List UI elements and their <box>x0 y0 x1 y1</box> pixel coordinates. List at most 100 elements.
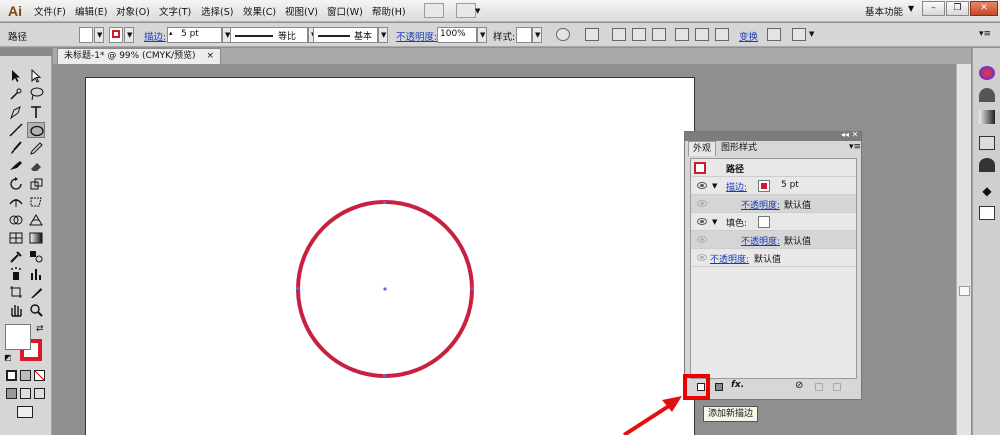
slice-tool-icon[interactable] <box>27 284 45 300</box>
appearance-header-row[interactable]: 路径 <box>691 159 856 177</box>
duplicate-item-icon[interactable] <box>815 383 823 391</box>
align-bottom-icon[interactable] <box>715 28 729 41</box>
object-opacity-row[interactable]: 不透明度: 默认值 <box>691 249 856 267</box>
brushes-icon[interactable] <box>979 136 995 150</box>
visibility-eye-icon[interactable] <box>697 182 707 189</box>
gradient-mode-icon[interactable] <box>20 370 31 381</box>
align-top-icon[interactable] <box>675 28 689 41</box>
align-middle-icon[interactable] <box>695 28 709 41</box>
hand-tool-icon[interactable] <box>7 302 25 318</box>
workspace-switcher[interactable]: 基本功能 <box>865 4 903 18</box>
panel-title-bar[interactable]: ◂◂ ✕ <box>685 130 861 141</box>
transform-link[interactable]: 变换 <box>739 29 758 43</box>
collapse-panel-icon[interactable]: ◂◂ ✕ <box>841 130 858 139</box>
fill-swatch[interactable] <box>79 27 93 43</box>
align-center-icon[interactable] <box>632 28 646 41</box>
magic-wand-tool-icon[interactable] <box>7 86 25 102</box>
object-opacity-label[interactable]: 不透明度: <box>710 252 749 265</box>
none-mode-icon[interactable] <box>34 370 45 381</box>
opacity-field[interactable]: 100% <box>437 27 477 43</box>
graphic-style-dropdown[interactable]: ▼ <box>532 27 542 43</box>
menu-type[interactable]: 文字(T) <box>159 4 191 18</box>
delete-item-icon[interactable] <box>833 383 841 391</box>
envelope-icon[interactable] <box>792 28 806 41</box>
graphic-style-swatch[interactable] <box>516 27 532 43</box>
artboard-tool-icon[interactable] <box>7 284 25 300</box>
stroke-row-value[interactable]: 5 pt <box>781 180 799 190</box>
screen-mode-icon[interactable] <box>17 406 33 418</box>
tab-graphic-styles[interactable]: 图形样式 <box>717 141 761 156</box>
stroke-opacity-row[interactable]: 不透明度: 默认值 <box>691 195 856 213</box>
vertical-scrollbar[interactable] <box>956 64 971 435</box>
visibility-eye-icon[interactable] <box>697 200 707 207</box>
opacity-label[interactable]: 不透明度: <box>396 29 437 43</box>
fill-opacity-row[interactable]: 不透明度: 默认值 <box>691 231 856 249</box>
stepper-icon[interactable]: ▴ <box>169 29 173 37</box>
arrange-caret-icon[interactable]: ▼ <box>475 7 480 15</box>
add-new-effect-icon[interactable]: fx. <box>731 380 744 390</box>
fill-color-box[interactable] <box>5 324 31 350</box>
width-tool-icon[interactable] <box>7 194 25 210</box>
visibility-eye-icon[interactable] <box>697 236 707 243</box>
menu-view[interactable]: 视图(V) <box>285 4 318 18</box>
eyedropper-tool-icon[interactable] <box>7 248 25 264</box>
opacity-value[interactable]: 100% <box>440 29 466 39</box>
color-guide-icon[interactable] <box>979 88 995 102</box>
isolate-icon[interactable] <box>767 28 781 41</box>
paintbrush-tool-icon[interactable] <box>7 140 25 156</box>
type-tool-icon[interactable] <box>27 104 45 120</box>
stroke-dropdown[interactable]: ▼ <box>124 27 134 43</box>
opacity-dropdown[interactable]: ▼ <box>477 27 487 43</box>
pen-tool-icon[interactable] <box>7 104 25 120</box>
fill-row[interactable]: ▼ 填色: <box>691 213 856 231</box>
panel-menu-icon[interactable]: ▾≡ <box>849 142 861 152</box>
stroke-opacity-label[interactable]: 不透明度: <box>741 198 780 211</box>
minimize-button[interactable]: – <box>922 1 945 16</box>
zoom-tool-icon[interactable] <box>27 302 45 318</box>
shape-builder-tool-icon[interactable] <box>7 212 25 228</box>
default-colors-icon[interactable]: ◩ <box>4 353 12 362</box>
workspace-caret-icon[interactable]: ▼ <box>908 4 914 13</box>
variable-width-profile[interactable]: 等比 <box>230 27 308 43</box>
envelope-caret-icon[interactable]: ▼ <box>809 30 814 38</box>
stroke-swatch[interactable] <box>109 27 123 43</box>
fill-color-swatch[interactable] <box>758 216 770 228</box>
color-mode-icon[interactable] <box>6 370 17 381</box>
ellipse-path[interactable] <box>86 78 696 435</box>
expand-triangle-icon[interactable]: ▼ <box>712 182 717 190</box>
panel-menu-icon[interactable]: ▾≡ <box>979 29 991 39</box>
visibility-eye-icon[interactable] <box>697 218 707 225</box>
visibility-eye-icon[interactable] <box>697 254 707 261</box>
arrange-documents-icon[interactable] <box>456 3 476 18</box>
gradient-tool-icon[interactable] <box>27 230 45 246</box>
brush-dropdown[interactable]: ▼ <box>378 27 388 43</box>
artboards-icon[interactable] <box>979 206 995 220</box>
menu-effect[interactable]: 效果(C) <box>243 4 276 18</box>
selection-tool-icon[interactable] <box>7 68 25 84</box>
bridge-icon[interactable] <box>424 3 444 18</box>
perspective-grid-tool-icon[interactable] <box>27 212 45 228</box>
align-right-icon[interactable] <box>652 28 666 41</box>
layers-icon[interactable]: ◆ <box>979 184 995 198</box>
pencil-tool-icon[interactable] <box>27 140 45 156</box>
draw-behind-icon[interactable] <box>20 388 31 399</box>
stroke-weight-value[interactable]: 5 pt <box>181 29 199 39</box>
clear-appearance-icon[interactable]: ⊘ <box>795 380 803 391</box>
artboard[interactable] <box>85 77 695 435</box>
menu-select[interactable]: 选择(S) <box>201 4 233 18</box>
restore-button[interactable]: ❐ <box>946 1 969 16</box>
mesh-tool-icon[interactable] <box>7 230 25 246</box>
color-panel-icon[interactable] <box>979 66 995 80</box>
tab-appearance[interactable]: 外观 <box>688 141 717 156</box>
stroke-row-label[interactable]: 描边: <box>726 180 747 193</box>
symbol-sprayer-tool-icon[interactable] <box>7 266 25 282</box>
free-transform-tool-icon[interactable] <box>27 194 45 210</box>
blend-tool-icon[interactable] <box>27 248 45 264</box>
close-tab-icon[interactable]: × <box>206 51 214 61</box>
menu-file[interactable]: 文件(F) <box>34 4 66 18</box>
menu-help[interactable]: 帮助(H) <box>372 4 406 18</box>
scale-tool-icon[interactable] <box>27 176 45 192</box>
add-new-fill-icon[interactable] <box>715 383 723 391</box>
menu-window[interactable]: 窗口(W) <box>327 4 363 18</box>
ellipse-tool-icon[interactable] <box>27 122 45 138</box>
